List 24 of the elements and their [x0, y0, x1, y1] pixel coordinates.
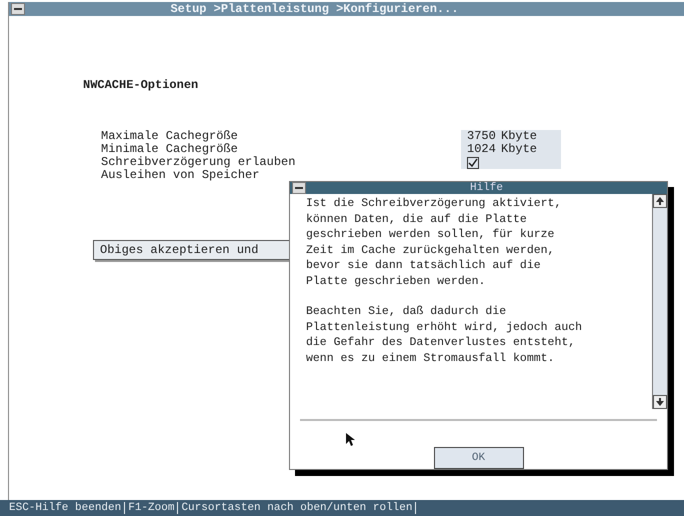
scroll-up-icon[interactable] [653, 194, 667, 208]
option-label: Maximale Cachegröße [101, 130, 239, 143]
window-title: Setup >Plattenleistung >Konfigurieren... [169, 2, 460, 16]
option-label: Minimale Cachegröße [101, 143, 239, 156]
section-title: NWCACHE-Optionen [83, 78, 200, 92]
value-field[interactable]: 1024 [461, 143, 501, 156]
unit-label: Kbyte [501, 143, 561, 156]
status-item: ESC-Hilfe beenden [6, 502, 126, 514]
scrollbar[interactable] [652, 194, 667, 409]
status-item: Cursortasten nach oben/unten rollen [178, 502, 416, 514]
option-label: Ausleihen von Speicher [101, 169, 260, 182]
option-label: Schreibverzögerung erlauben [101, 156, 296, 169]
unit-label: Kbyte [501, 130, 561, 143]
help-paragraph: Beachten Sie, daß dadurch die Plattenleistung erhöht wird, jedoch auch die Gefahr des Datenverlustes entsteht, wenn es zu einem Stromausfall kommt. [306, 304, 584, 366]
scroll-down-icon[interactable] [653, 395, 667, 409]
mouse-pointer-icon [346, 433, 356, 447]
status-item: F1-Zoom [125, 502, 178, 514]
ok-button[interactable]: OK [434, 447, 524, 469]
dialog-title: Hilfe [468, 182, 504, 194]
checkbox[interactable] [467, 156, 479, 168]
system-menu-button[interactable] [292, 182, 306, 194]
system-menu-button[interactable] [11, 3, 25, 15]
help-paragraph: Ist die Schreibverzögerung aktiviert, können Daten, die auf die Platte geschrieben werden sollen, für kurze Zeit im Cache zurückgehalten werden, bevor sie dann tatsächlich auf die Platte geschrieben werden. [306, 196, 562, 289]
value-field[interactable]: 3750 [461, 130, 501, 143]
